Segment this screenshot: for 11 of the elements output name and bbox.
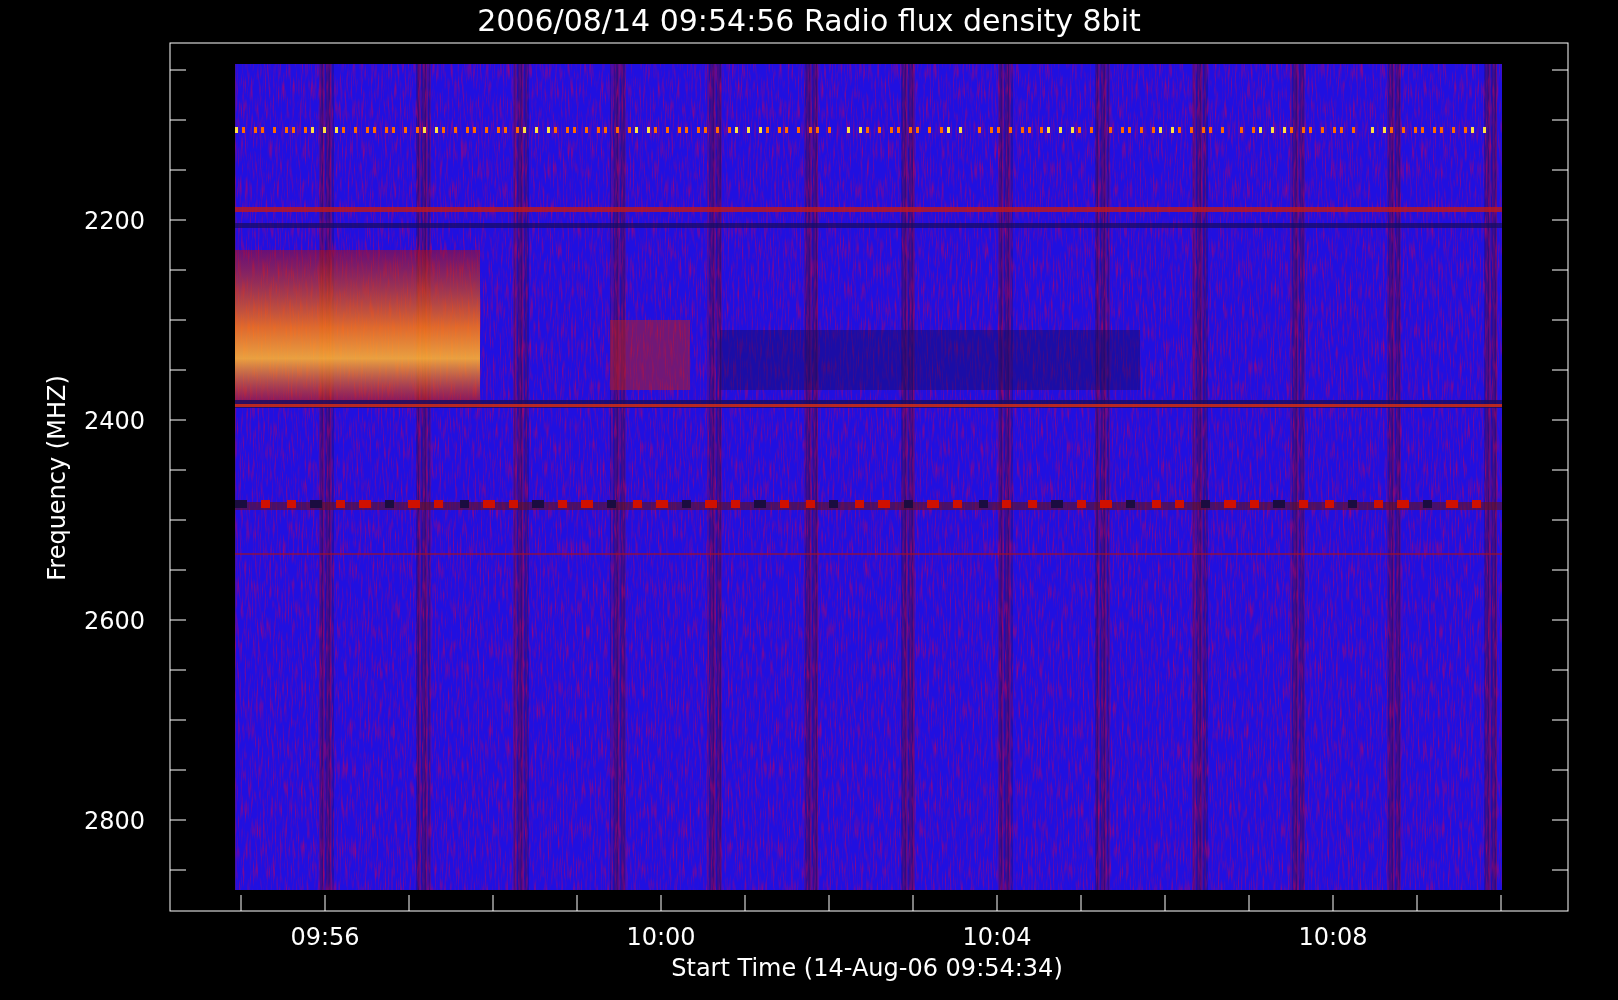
- tick-label: 10:00: [626, 923, 696, 951]
- axis-label: Frequency (MHZ): [43, 375, 71, 581]
- tick-label: 09:56: [290, 923, 360, 951]
- tick-label: 2600: [83, 607, 145, 635]
- tick-label: 10:08: [1298, 923, 1368, 951]
- axis-label: Start Time (14-Aug-06 09:54:34): [671, 954, 1063, 982]
- tick-label: 2800: [83, 807, 145, 835]
- tick-label: 2200: [83, 207, 145, 235]
- tick-label: 2400: [83, 407, 145, 435]
- tick-label: 10:04: [962, 923, 1032, 951]
- chart-title: 2006/08/14 09:54:56 Radio flux density 8bit: [477, 3, 1141, 38]
